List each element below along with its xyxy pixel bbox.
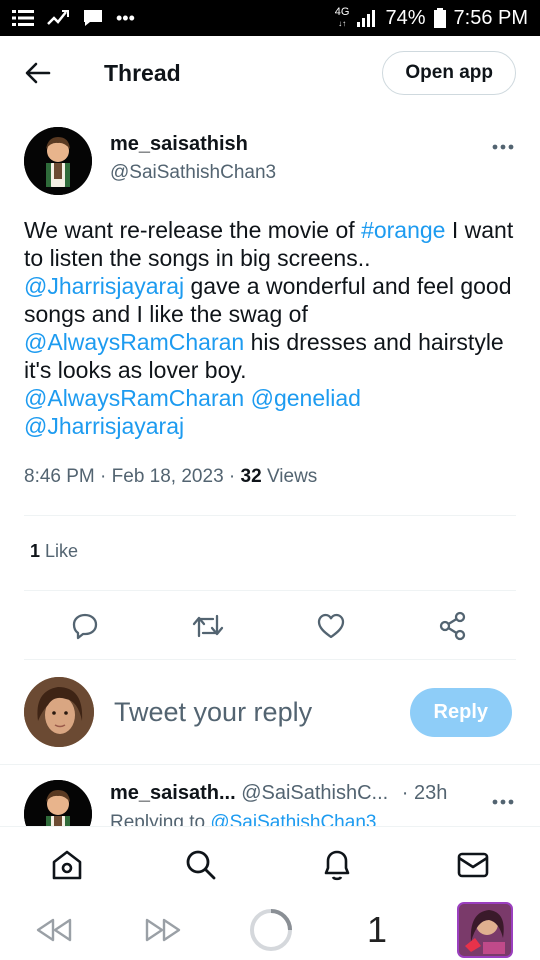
divider — [24, 590, 516, 591]
profile-thumbnail[interactable] — [457, 902, 513, 958]
like-action-button[interactable] — [311, 606, 351, 646]
network-type: 4G ↓↑ — [334, 6, 350, 29]
tweet-text: We want re-release the movie of #orange … — [24, 216, 516, 440]
reply-input[interactable]: Tweet your reply — [114, 697, 312, 728]
battery-icon — [433, 8, 446, 28]
tweet-text-segment: We want re-release the movie of — [24, 217, 362, 243]
bottom-navigation — [0, 826, 540, 900]
tweet-meta: 8:46 PM · Feb 18, 2023 · 32 Views — [24, 466, 318, 487]
avatar[interactable] — [24, 127, 92, 195]
reply-composer: Tweet your reply Reply — [24, 676, 516, 748]
likes-count: 1 — [30, 541, 41, 561]
page-title: Thread — [104, 59, 181, 86]
author-display-name[interactable]: me_saisathish — [110, 133, 276, 156]
reply-tweet-more-button[interactable] — [492, 792, 514, 810]
reply-tweet[interactable]: me_saisath... @SaiSathishC... · 23h Repl… — [24, 780, 516, 826]
back-arrow-icon — [25, 62, 51, 84]
browser-navigation: 1 — [0, 900, 540, 960]
open-app-button[interactable]: Open app — [382, 51, 516, 95]
back-button[interactable] — [24, 59, 52, 87]
share-icon — [439, 611, 466, 641]
tab-count-button[interactable]: 1 — [360, 908, 394, 952]
more-button[interactable] — [492, 137, 514, 155]
reply-icon — [72, 613, 98, 640]
divider — [24, 659, 516, 660]
reply-tweet-avatar[interactable] — [24, 780, 92, 826]
data-transfer-icon — [47, 10, 69, 25]
reply-tweet-age: · 23h — [401, 782, 448, 804]
tweet-mention-link[interactable]: @AlwaysRamCharan — [24, 329, 244, 355]
reply-tweet-handle[interactable]: @SaiSathishC... — [241, 782, 388, 804]
tweet-date[interactable]: Feb 18, 2023 — [112, 466, 224, 487]
reply-tweet-avatar-image — [24, 780, 92, 826]
battery-percent: 74% — [385, 6, 426, 29]
user-avatar-image — [24, 677, 94, 747]
notification-list-icon — [12, 10, 34, 26]
more-icon — [492, 799, 514, 805]
likes-stat[interactable]: 1 Like — [30, 541, 78, 562]
tweet-mention-link[interactable]: @Jharrisjayaraj — [24, 413, 184, 439]
nav-messages[interactable] — [455, 847, 491, 883]
divider — [0, 764, 540, 765]
replying-to-handle[interactable]: @SaiSathishChan3 — [210, 812, 376, 826]
reply-action-button[interactable] — [65, 606, 105, 646]
nav-home[interactable] — [49, 847, 85, 883]
home-icon — [52, 850, 82, 880]
user-avatar[interactable] — [24, 677, 94, 747]
reply-tweet-header: me_saisath... @SaiSathishC... · 23h — [110, 782, 447, 805]
message-icon — [84, 10, 102, 26]
author-handle[interactable]: @SaiSathishChan3 — [110, 162, 276, 184]
thread-header: Thread Open app — [0, 36, 540, 110]
share-action-button[interactable] — [433, 606, 473, 646]
tab-count: 1 — [366, 909, 388, 950]
tweet-mention-link[interactable]: #orange — [361, 217, 445, 243]
search-icon — [186, 850, 216, 880]
replying-to-line: Replying to @SaiSathishChan3 — [110, 812, 376, 826]
divider — [24, 515, 516, 516]
reply-button[interactable]: Reply — [409, 687, 512, 737]
forward-nav-button[interactable] — [143, 908, 183, 952]
tweet-actions — [0, 606, 540, 646]
more-notifications-icon: ••• — [116, 7, 135, 28]
like-icon — [317, 613, 345, 639]
signal-icon — [357, 10, 376, 27]
clock: 7:56 PM — [453, 6, 528, 29]
retweet-action-button[interactable] — [188, 606, 228, 646]
likes-label: Like — [45, 541, 79, 561]
retweet-icon — [192, 614, 224, 638]
views-label: Views — [266, 466, 318, 487]
nav-notifications[interactable] — [319, 847, 355, 883]
profile-thumbnail-image — [457, 902, 513, 958]
messages-icon — [457, 852, 489, 878]
reload-button[interactable] — [248, 908, 294, 952]
tweet-author: me_saisathish @SaiSathishChan3 — [24, 127, 516, 197]
tweet-mention-link[interactable]: @AlwaysRamCharan — [24, 385, 244, 411]
status-bar: ••• 4G ↓↑ 74% 7:56 PM — [0, 0, 540, 36]
views-count: 32 — [240, 466, 262, 487]
loading-spinner-icon — [250, 909, 292, 951]
rewind-icon — [36, 918, 72, 942]
more-icon — [492, 144, 514, 150]
tweet-mention-link[interactable]: @Jharrisjayaraj — [24, 273, 184, 299]
replying-to-prefix: Replying to — [110, 812, 206, 826]
nav-search[interactable] — [183, 847, 219, 883]
tweet-time[interactable]: 8:46 PM — [24, 466, 95, 487]
back-nav-button[interactable] — [34, 908, 74, 952]
notifications-icon — [324, 850, 350, 881]
reply-tweet-display-name[interactable]: me_saisath... — [110, 782, 236, 804]
fast-forward-icon — [145, 918, 181, 942]
tweet-mention-link[interactable]: @geneliad — [251, 385, 361, 411]
avatar-image — [24, 127, 92, 195]
